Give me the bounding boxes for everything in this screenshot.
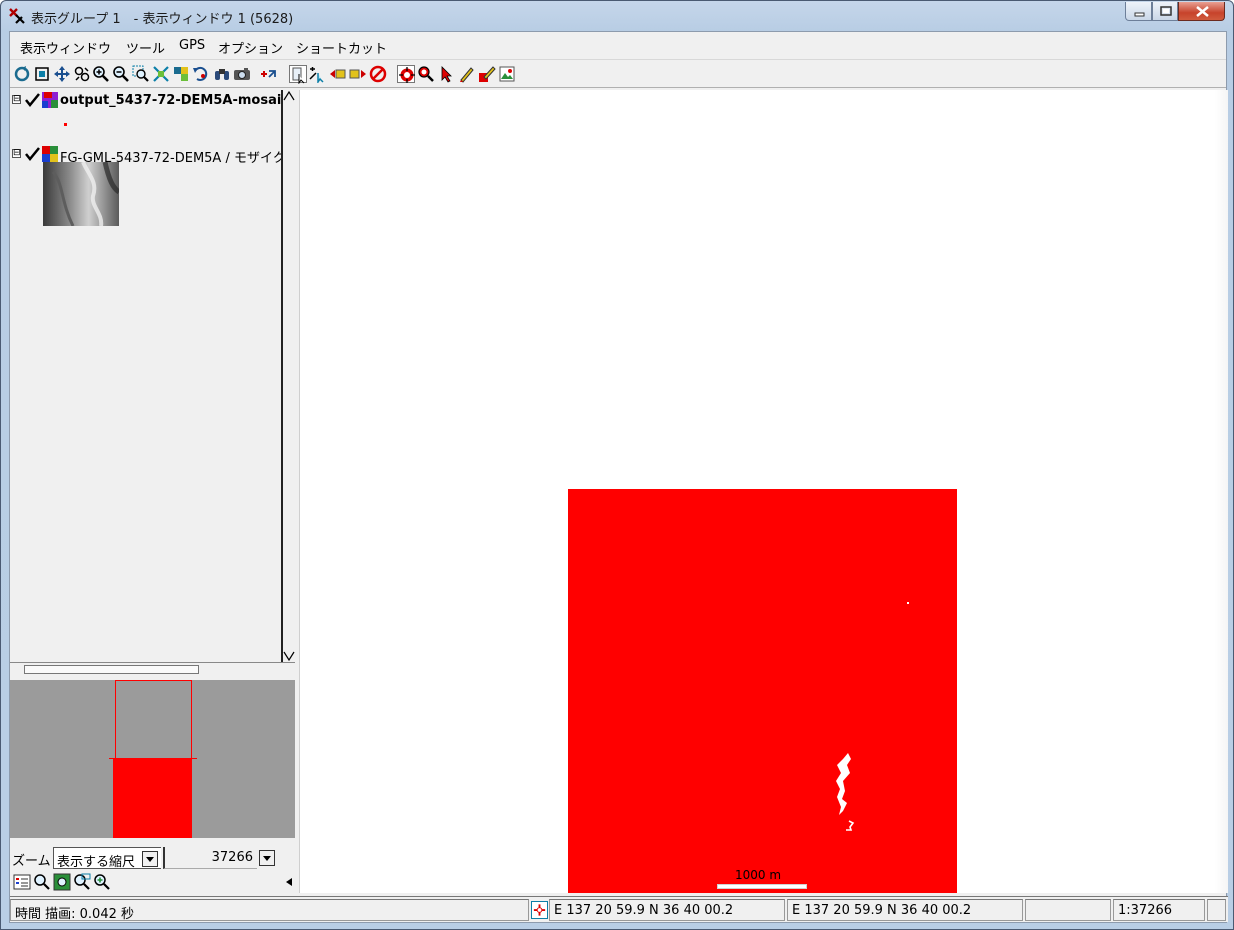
image-icon[interactable]: [498, 65, 516, 83]
overview-crosshair: [109, 758, 197, 759]
minimize-icon: [1134, 12, 1145, 17]
overview-view-extent[interactable]: [115, 680, 192, 760]
full-extent-icon[interactable]: [33, 65, 51, 83]
pencil-icon[interactable]: [458, 65, 476, 83]
add-layer-icon[interactable]: [260, 65, 278, 83]
zoom-mode-select[interactable]: 表示する縮尺: [53, 847, 161, 870]
cursor-coordinates: E 137 20 59.9 N 36 40 00.2: [549, 899, 785, 921]
zoom-row: ズーム 表示する縮尺 37266: [10, 846, 295, 870]
toolbar: [10, 62, 1226, 88]
map-edge: [1215, 90, 1228, 893]
collapse-toggle[interactable]: ⊟: [12, 95, 21, 104]
close-button[interactable]: [1178, 2, 1225, 21]
checkmark-icon[interactable]: [24, 92, 40, 108]
edit-icon[interactable]: [478, 65, 496, 83]
collapse-left-icon[interactable]: [286, 878, 292, 886]
select-icon[interactable]: [289, 65, 307, 84]
previous-icon[interactable]: [329, 65, 347, 83]
layer-list-icon[interactable]: [13, 873, 31, 891]
raster-speck: [907, 602, 909, 604]
binoculars-icon[interactable]: [213, 65, 231, 83]
zoom-to-layer-icon[interactable]: [53, 873, 71, 891]
status-empty: [1025, 899, 1111, 921]
overview-map[interactable]: [10, 680, 295, 838]
gps-icon[interactable]: [397, 65, 415, 83]
menu-tools[interactable]: ツール: [126, 38, 165, 57]
overview-raster: [113, 758, 192, 838]
coordinate-pick-icon[interactable]: [531, 901, 548, 919]
zoom-in-icon[interactable]: [93, 873, 111, 891]
center-coordinates: E 137 20 59.9 N 36 40 00.2: [787, 899, 1023, 921]
scroll-down-icon[interactable]: [283, 650, 295, 662]
legend-horizontal-scrollbar[interactable]: [10, 662, 295, 678]
pointer-icon[interactable]: [438, 65, 456, 83]
render-time: 時間 描画: 0.042 秒: [10, 899, 529, 921]
app-logo-icon: [9, 8, 25, 24]
zoom-mode-value: 表示する縮尺: [57, 855, 136, 870]
menu-gps[interactable]: GPS: [179, 38, 205, 53]
zoom-in-icon[interactable]: [92, 65, 110, 83]
legend-panel: ⊟ output_5437-72-DEM5A-mosaic ⊟ FG-GML-5…: [10, 90, 295, 678]
zoom-previous-icon[interactable]: [192, 65, 210, 83]
scale-input[interactable]: 37266: [163, 847, 257, 869]
menu-shortcuts[interactable]: ショートカット: [296, 38, 387, 57]
menu-options[interactable]: オプション: [218, 38, 283, 57]
multi-pan-icon[interactable]: [73, 65, 91, 83]
redraw-icon[interactable]: [13, 65, 31, 83]
menu-bar: 表示ウィンドウ ツール GPS オプション ショートカット: [10, 32, 1226, 60]
window-title: 表示グループ 1 - 表示ウィンドウ 1 (5628): [31, 12, 294, 27]
zoom-group-icon[interactable]: [172, 65, 190, 83]
legend-swatch-red: [64, 123, 67, 126]
map-scale: 1:37266: [1113, 899, 1205, 921]
layer-name: output_5437-72-DEM5A-mosaic: [60, 93, 282, 108]
scroll-thumb[interactable]: [24, 665, 199, 674]
scale-bar-label: 1000 m: [735, 868, 782, 882]
status-bar: 時間 描画: 0.042 秒 E 137 20 59.9 N 36 40 00.…: [10, 896, 1228, 922]
chevron-down-icon[interactable]: [259, 850, 275, 866]
menu-display-window[interactable]: 表示ウィンドウ: [20, 38, 111, 57]
map-view[interactable]: 1000 m: [299, 90, 1228, 893]
layer-row-output-mosaic[interactable]: ⊟ output_5437-72-DEM5A-mosaic: [12, 92, 282, 110]
checkmark-icon[interactable]: [24, 146, 40, 162]
legend-tools: [10, 872, 295, 892]
chevron-down-icon[interactable]: [142, 851, 158, 867]
client-area: 表示ウィンドウ ツール GPS オプション ショートカット ⊟ output_5…: [9, 31, 1228, 923]
close-icon: [1196, 6, 1209, 17]
scale-bar: [717, 884, 807, 889]
scroll-up-icon[interactable]: [283, 90, 295, 102]
layer-thumbnail: [43, 162, 119, 226]
search-icon[interactable]: [33, 873, 51, 891]
measure-icon[interactable]: [308, 65, 326, 83]
restore-icon: [1160, 6, 1172, 16]
pan-icon[interactable]: [53, 65, 71, 83]
raster-layer-icon: [42, 92, 58, 108]
stop-icon[interactable]: [369, 65, 387, 83]
resize-grip[interactable]: [1207, 899, 1226, 921]
camera-icon[interactable]: [233, 65, 251, 83]
legend-vertical-scrollbar[interactable]: [281, 90, 295, 662]
zoom-out-icon[interactable]: [112, 65, 130, 83]
zoom-label: ズーム: [12, 854, 51, 869]
raster-hole: [836, 753, 855, 831]
mosaic-layer-icon: [42, 146, 58, 162]
magnify-icon[interactable]: [417, 65, 435, 83]
minimize-button[interactable]: [1125, 2, 1152, 21]
collapse-toggle[interactable]: ⊟: [12, 149, 21, 158]
zoom-extent-icon[interactable]: [73, 873, 91, 891]
zoom-box-icon[interactable]: [132, 65, 150, 83]
app-window: 表示グループ 1 - 表示ウィンドウ 1 (5628) 表示ウィンドウ ツール …: [0, 0, 1234, 930]
restore-button[interactable]: [1152, 2, 1178, 21]
zoom-layer-icon[interactable]: [152, 65, 170, 83]
next-icon[interactable]: [349, 65, 367, 83]
title-bar[interactable]: 表示グループ 1 - 表示ウィンドウ 1 (5628): [1, 1, 1233, 31]
raster-layer-output: [568, 489, 957, 893]
